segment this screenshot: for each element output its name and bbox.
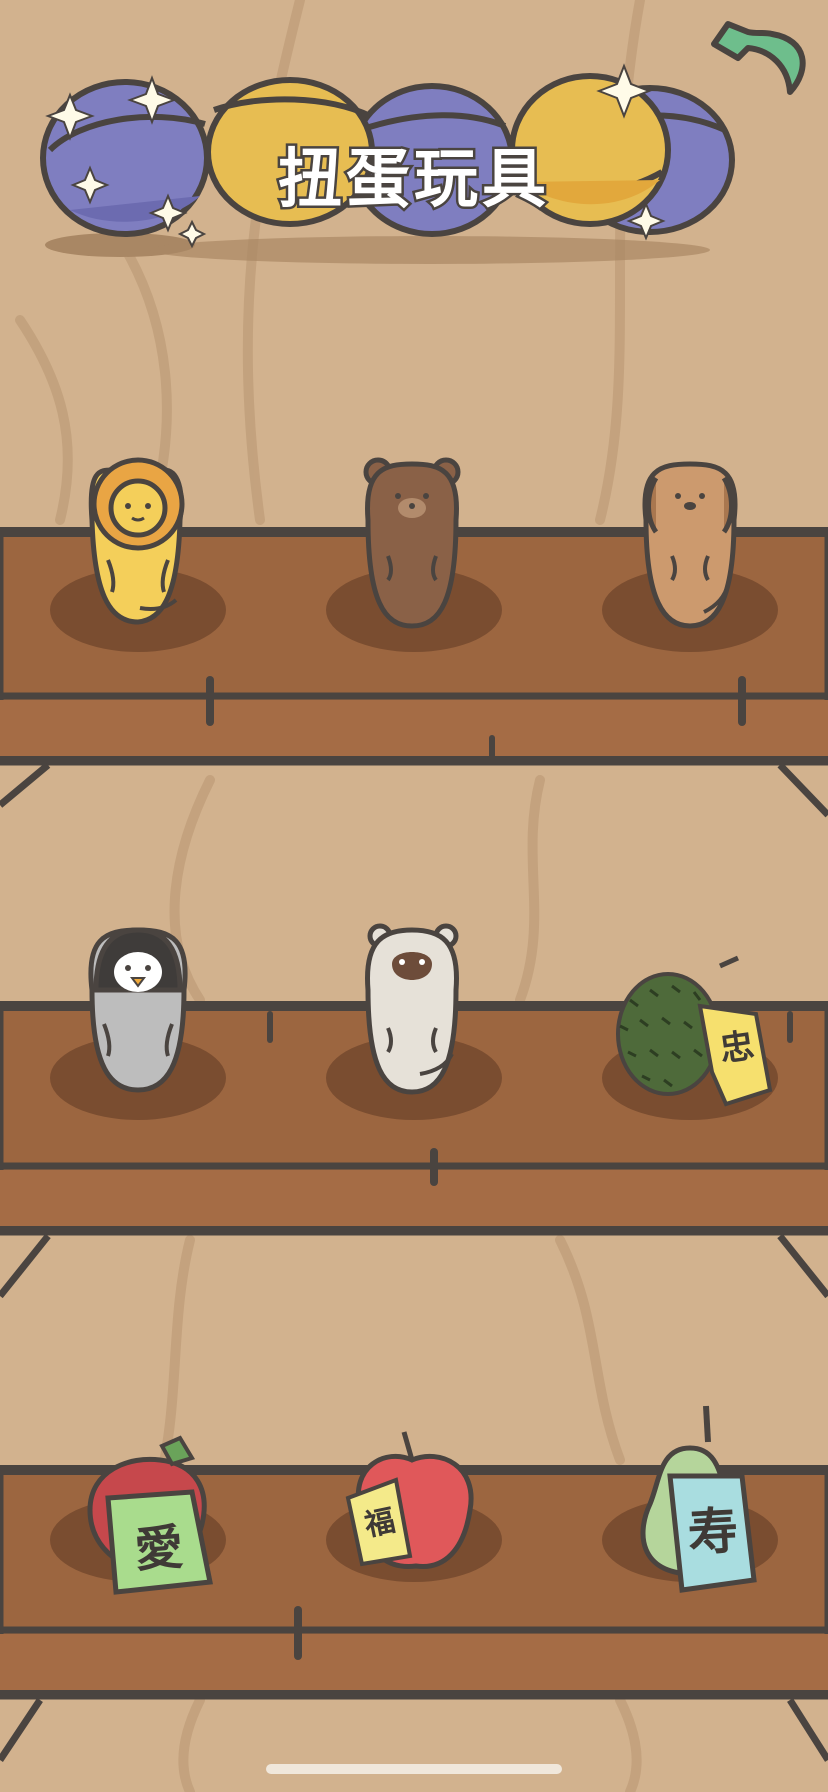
back-button[interactable]: [708, 12, 820, 98]
slot-strawberry[interactable]: [48, 1410, 228, 1600]
gacha-toy-shelf-screen: 扭蛋玩具 忠 愛 福 寿: [0, 0, 828, 1792]
slot-bear[interactable]: [324, 446, 504, 636]
slot-penguin[interactable]: [48, 916, 228, 1106]
page-title: 扭蛋玩具: [276, 141, 550, 220]
slot-pear[interactable]: [600, 1410, 780, 1600]
slot-apple[interactable]: [324, 1410, 504, 1600]
slot-durian[interactable]: [600, 916, 780, 1106]
slot-lion[interactable]: [48, 446, 228, 636]
home-indicator[interactable]: [266, 1764, 562, 1774]
slot-monkey[interactable]: [324, 916, 504, 1106]
slot-dog[interactable]: [600, 446, 780, 636]
